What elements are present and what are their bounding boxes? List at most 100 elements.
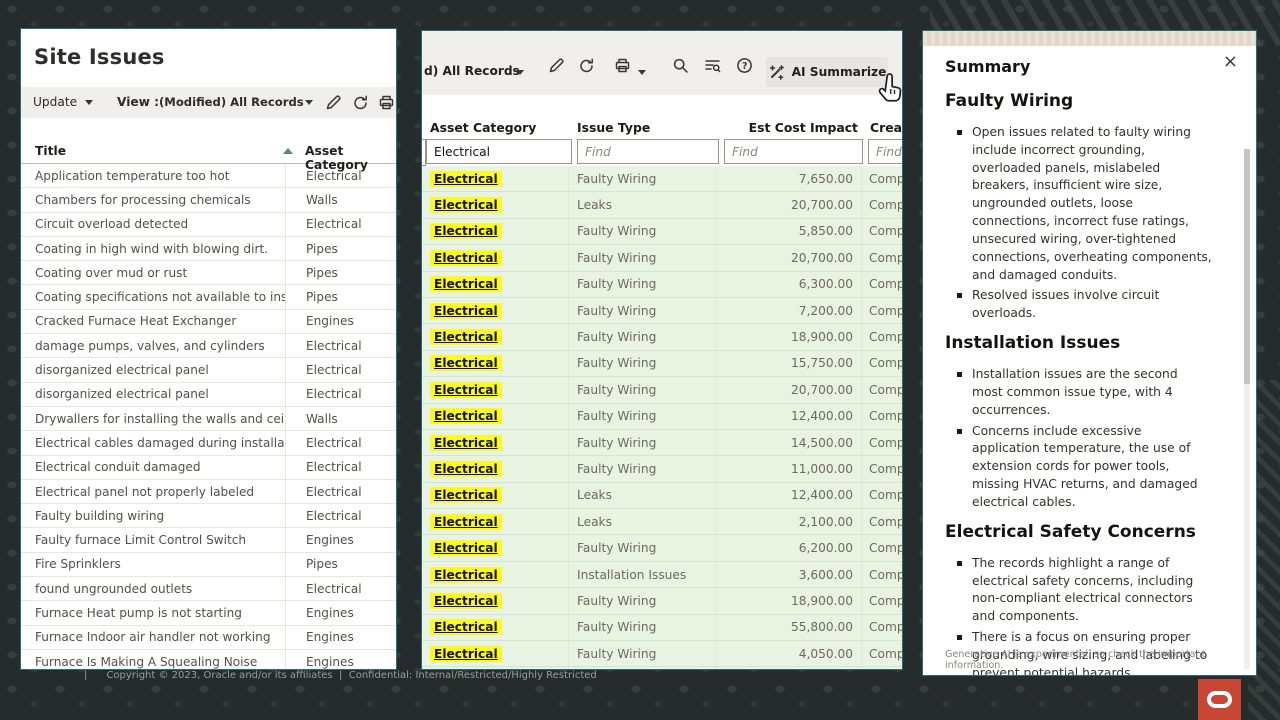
table-row[interactable]: Cracked Furnace Heat ExchangerEngines — [21, 310, 396, 334]
table-row[interactable]: Furnace Heat pump is not startingEngines — [21, 601, 396, 625]
est-cost-filter-input[interactable] — [724, 139, 863, 164]
print-icon[interactable] — [614, 57, 631, 74]
asset-category-link[interactable]: Electrical — [430, 355, 502, 371]
asset-category-link[interactable]: Electrical — [430, 329, 502, 345]
asset-category-link[interactable]: Electrical — [430, 382, 502, 398]
chevron-down-icon[interactable] — [85, 100, 93, 105]
filter-list-icon[interactable] — [704, 57, 721, 74]
table-row[interactable]: ElectricalLeaks12,400.00Comp — [422, 483, 902, 509]
table-row[interactable]: Faulty furnace Limit Control SwitchEngin… — [21, 528, 396, 552]
asset-category-filter-input[interactable] — [426, 139, 572, 164]
scrollbar-thumb[interactable] — [1244, 149, 1250, 384]
table-row[interactable]: Drywallers for installing the walls and … — [21, 407, 396, 431]
table-row[interactable]: Furnace Indoor air handler not workingEn… — [21, 626, 396, 650]
asset-category-link[interactable]: Electrical — [430, 435, 502, 451]
table-row[interactable]: ElectricalFaulty Wiring20,700.00Comp — [422, 377, 902, 403]
asset-category-link[interactable]: Electrical — [430, 619, 502, 635]
table-row[interactable]: ElectricalFaulty Wiring4,350.00Comp — [422, 667, 902, 670]
asset-category-link[interactable]: Electrical — [430, 223, 502, 239]
asset-category-link[interactable]: Electrical — [430, 408, 502, 424]
table-row[interactable]: ElectricalFaulty Wiring7,650.00Comp — [422, 166, 902, 192]
search-icon[interactable] — [672, 57, 689, 74]
asset-category-link[interactable]: Electrical — [430, 250, 502, 266]
table-row[interactable]: ElectricalFaulty Wiring11,000.00Comp — [422, 456, 902, 482]
asset-category-cell: Electrical — [422, 245, 569, 270]
table-row[interactable]: ElectricalFaulty Wiring6,200.00Comp — [422, 535, 902, 561]
column-header-asset-category[interactable]: Asset Category — [430, 120, 536, 135]
table-row[interactable]: Chambers for processing chemicalsWalls — [21, 188, 396, 212]
refresh-icon[interactable] — [352, 94, 369, 111]
print-icon[interactable] — [378, 94, 395, 111]
table-row[interactable]: disorganized electrical panelElectrical — [21, 383, 396, 407]
column-header-created[interactable]: Creat — [870, 120, 903, 135]
table-row[interactable]: ElectricalFaulty Wiring5,850.00Comp — [422, 219, 902, 245]
column-header-issue-type[interactable]: Issue Type — [577, 120, 650, 135]
table-row[interactable]: Fire SprinklersPipes — [21, 553, 396, 577]
table-row[interactable]: disorganized electrical panelElectrical — [21, 358, 396, 382]
chevron-down-icon[interactable] — [638, 70, 646, 75]
help-icon[interactable]: ? — [736, 57, 753, 74]
ai-summarize-button[interactable]: AI Summarize — [766, 57, 888, 87]
table-row[interactable]: ElectricalFaulty Wiring15,750.00Comp — [422, 351, 902, 377]
table-row[interactable]: ElectricalFaulty Wiring55,800.00Comp — [422, 615, 902, 641]
table-row[interactable]: Coating specifications not available to … — [21, 285, 396, 309]
table-row[interactable]: ElectricalLeaks2,100.00Comp — [422, 509, 902, 535]
table-row[interactable]: found ungrounded outletsElectrical — [21, 577, 396, 601]
issue-type-filter-input[interactable] — [577, 139, 719, 164]
asset-category-link[interactable]: Electrical — [430, 514, 502, 530]
table-row[interactable]: Electrical panel not properly labeledEle… — [21, 480, 396, 504]
table-row[interactable]: Electrical conduit damagedElectrical — [21, 456, 396, 480]
asset-category-link[interactable]: Electrical — [430, 171, 502, 187]
close-icon[interactable]: × — [1223, 53, 1238, 71]
records-panel: d) All Records ? AI Summarize Asset Cate… — [421, 30, 903, 670]
asset-category-link[interactable]: Electrical — [430, 567, 502, 583]
asset-category-link[interactable]: Electrical — [430, 276, 502, 292]
table-row[interactable]: Faulty building wiringElectrical — [21, 504, 396, 528]
created-cell: Comp — [862, 462, 903, 476]
table-row[interactable]: Circuit overload detectedElectrical — [21, 213, 396, 237]
table-row[interactable]: Electrical cables damaged during install… — [21, 431, 396, 455]
refresh-icon[interactable] — [578, 57, 595, 74]
table-row[interactable]: ElectricalFaulty Wiring18,900.00Comp — [422, 324, 902, 350]
created-filter-input[interactable] — [868, 139, 903, 164]
table-row[interactable]: ElectricalFaulty Wiring20,700.00Comp — [422, 245, 902, 271]
summary-bullet-list: Open issues related to faulty wiring inc… — [957, 124, 1227, 323]
table-row[interactable]: Furnace Is Making A Squealing NoiseEngin… — [21, 650, 396, 670]
asset-category-link[interactable]: Electrical — [430, 540, 502, 556]
asset-category-link[interactable]: Electrical — [430, 487, 502, 503]
table-row[interactable]: ElectricalFaulty Wiring14,500.00Comp — [422, 430, 902, 456]
update-button[interactable]: Update — [33, 95, 77, 109]
issue-type-cell: Faulty Wiring — [569, 219, 716, 244]
asset-category-cell: Electrical — [285, 431, 396, 454]
table-row[interactable]: ElectricalFaulty Wiring7,200.00Comp — [422, 298, 902, 324]
view-selector[interactable]: d) All Records — [424, 64, 520, 78]
table-row[interactable]: damage pumps, valves, and cylindersElect… — [21, 334, 396, 358]
asset-category-link[interactable]: Electrical — [430, 461, 502, 477]
column-header-est-cost-impact[interactable]: Est Cost Impact — [749, 120, 858, 135]
asset-category-link[interactable]: Electrical — [430, 197, 502, 213]
edit-icon[interactable] — [325, 94, 342, 111]
oracle-logo[interactable] — [1198, 679, 1241, 720]
copyright-footer: | Copyright © 2023, Oracle and/or its af… — [84, 670, 597, 681]
bullet-square-icon — [957, 429, 962, 434]
table-row[interactable]: ElectricalLeaks20,700.00Comp — [422, 192, 902, 218]
table-row[interactable]: ElectricalFaulty Wiring18,900.00Comp — [422, 588, 902, 614]
view-selector[interactable]: (Modified) All Records — [159, 95, 304, 109]
table-row[interactable]: ElectricalFaulty Wiring6,300.00Comp — [422, 272, 902, 298]
table-row[interactable]: ElectricalFaulty Wiring12,400.00Comp — [422, 404, 902, 430]
chevron-down-icon[interactable] — [305, 100, 313, 105]
table-row[interactable]: Coating over mud or rustPipes — [21, 261, 396, 285]
asset-category-link[interactable]: Electrical — [430, 303, 502, 319]
sort-ascending-icon[interactable] — [283, 148, 293, 154]
summary-section-heading: Faulty Wiring — [945, 91, 1227, 111]
asset-category-link[interactable]: Electrical — [430, 646, 502, 662]
table-row[interactable]: ElectricalInstallation Issues3,600.00Com… — [422, 562, 902, 588]
table-row[interactable]: ElectricalFaulty Wiring4,050.00Comp — [422, 641, 902, 667]
issue-title-cell: Furnace Is Making A Squealing Noise — [21, 655, 285, 669]
table-row[interactable]: Application temperature too hotElectrica… — [21, 164, 396, 188]
chevron-down-icon[interactable] — [516, 70, 524, 75]
asset-category-link[interactable]: Electrical — [430, 593, 502, 609]
column-header-title[interactable]: Title — [35, 144, 66, 158]
table-row[interactable]: Coating in high wind with blowing dirt.P… — [21, 237, 396, 261]
edit-icon[interactable] — [548, 57, 565, 74]
